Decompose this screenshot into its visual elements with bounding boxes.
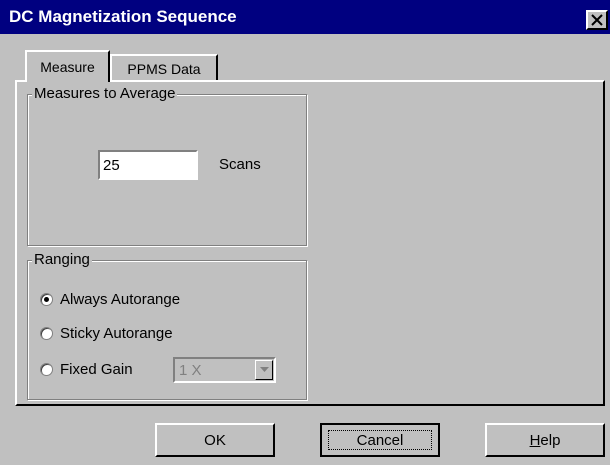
help-label-rest: elp [540, 431, 561, 449]
tab-measure[interactable]: Measure [25, 50, 110, 82]
title-bar: DC Magnetization Sequence [0, 0, 610, 34]
fixed-gain-value: 1 X [179, 362, 202, 379]
scans-input[interactable] [98, 150, 198, 180]
fixed-gain-select[interactable]: 1 X [173, 357, 276, 383]
radio-sticky-autorange-label: Sticky Autorange [60, 325, 173, 342]
cancel-button[interactable]: Cancel [320, 423, 440, 457]
tab-ppms-data[interactable]: PPMS Data [110, 54, 218, 81]
ok-button-label: OK [204, 431, 226, 449]
help-mnemonic: H [529, 431, 541, 449]
window-title: DC Magnetization Sequence [9, 7, 237, 26]
tab-measure-label: Measure [40, 59, 95, 75]
ranging-group: Ranging Always Autorange Sticky Autorang… [27, 251, 307, 400]
radio-fixed-gain-label: Fixed Gain [60, 361, 133, 378]
ok-button[interactable]: OK [155, 423, 275, 457]
chevron-down-icon [259, 367, 269, 372]
measures-group-label: Measures to Average [32, 85, 178, 102]
dropdown-arrow-button[interactable] [255, 360, 273, 380]
radio-always-autorange-indicator[interactable] [40, 293, 53, 306]
ranging-group-label: Ranging [32, 251, 92, 268]
help-button[interactable]: Help [485, 423, 605, 457]
radio-always-autorange[interactable]: Always Autorange [40, 291, 180, 308]
radio-fixed-gain[interactable]: Fixed Gain [40, 361, 133, 378]
close-button[interactable] [586, 10, 608, 30]
measures-to-average-group: Measures to Average Scans [27, 85, 307, 246]
tab-ppms-data-label: PPMS Data [127, 60, 201, 77]
radio-always-autorange-label: Always Autorange [60, 291, 181, 308]
close-icon [591, 14, 603, 26]
scans-unit-label: Scans [219, 156, 261, 173]
radio-sticky-autorange-indicator[interactable] [40, 327, 53, 340]
measure-tab-panel: Measures to Average Scans Ranging Always… [15, 80, 605, 406]
radio-fixed-gain-indicator[interactable] [40, 363, 53, 376]
help-button-label: Help [530, 432, 561, 449]
radio-sticky-autorange[interactable]: Sticky Autorange [40, 325, 173, 342]
focus-rect [328, 430, 432, 450]
